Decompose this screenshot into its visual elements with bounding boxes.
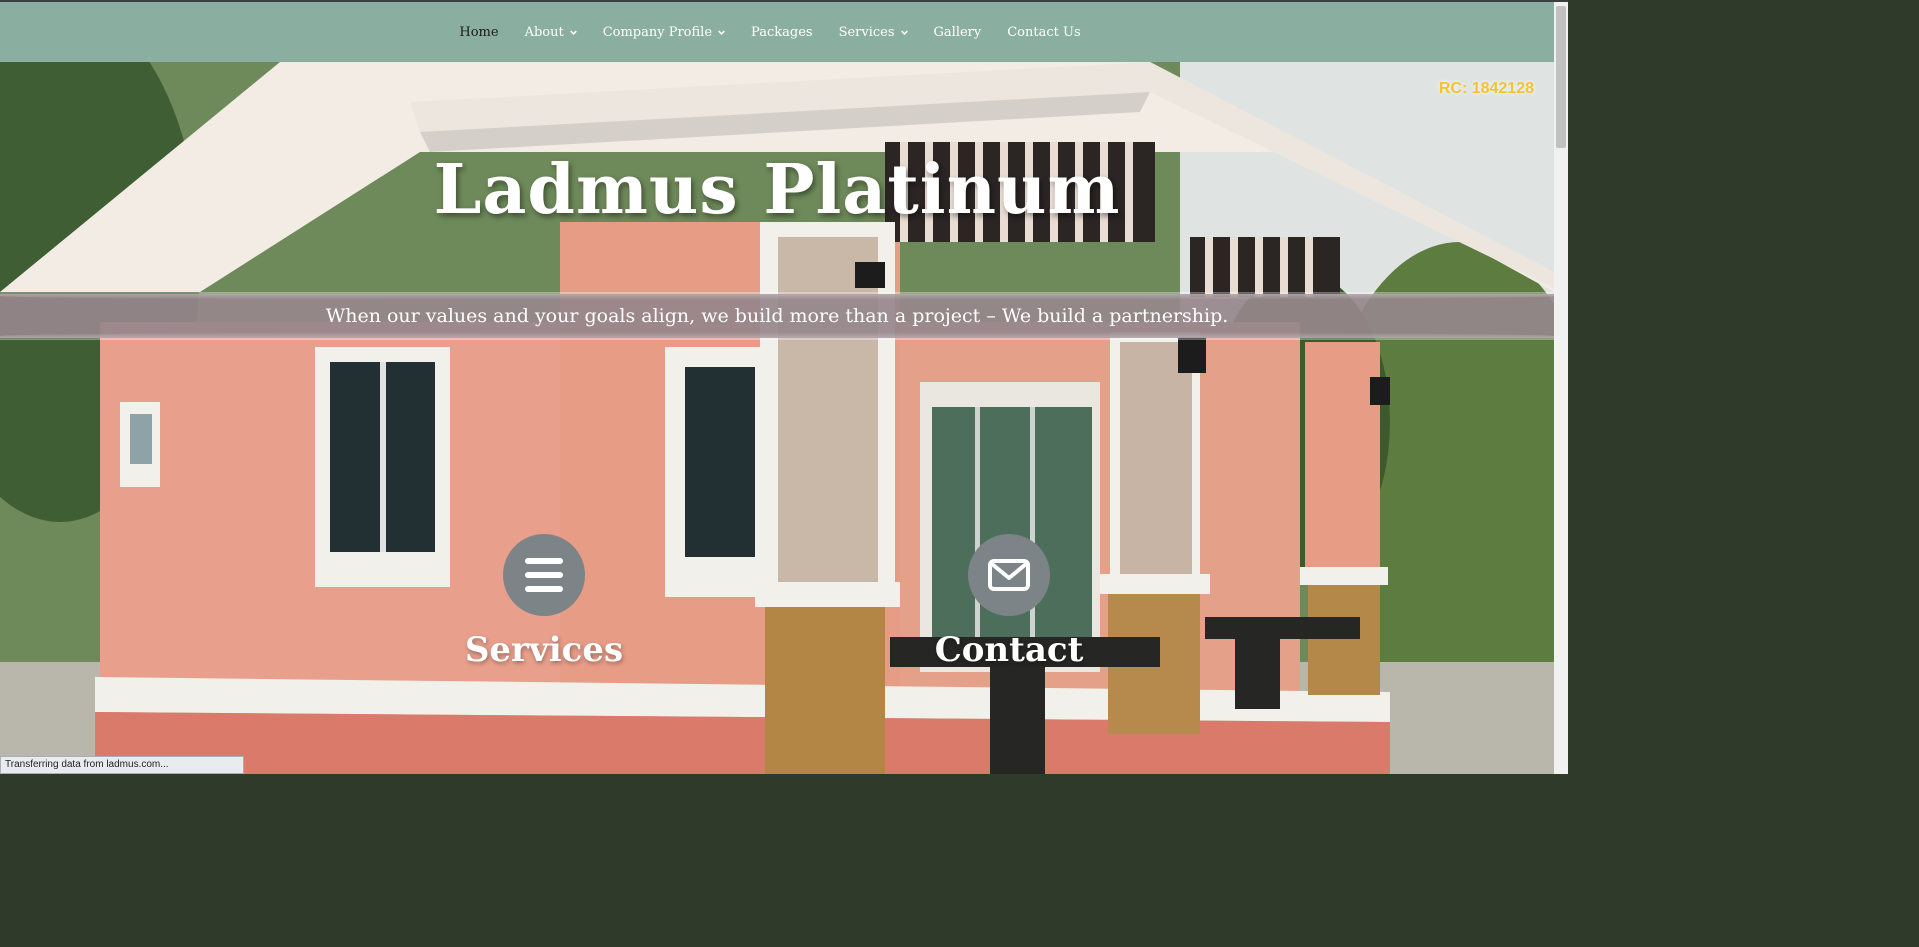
menu-icon <box>525 558 563 592</box>
nav-item-label: Services <box>838 24 895 40</box>
nav-item-label: Gallery <box>933 24 982 40</box>
hero-title: Ladmus Platinum <box>433 150 1121 230</box>
main-navbar: Home About Company Profile Packages Serv… <box>0 2 1554 62</box>
tagline-band: When our values and your goals align, we… <box>0 292 1554 340</box>
feature-services: Services <box>444 534 644 670</box>
nav-item-label: Company Profile <box>602 24 713 40</box>
chevron-down-icon <box>900 30 908 35</box>
nav-list: Home About Company Profile Packages Serv… <box>446 2 1093 62</box>
chevron-down-icon <box>569 30 577 35</box>
vertical-scrollbar[interactable] <box>1554 2 1568 774</box>
services-label[interactable]: Services <box>444 630 644 670</box>
feature-contact: Contact <box>909 534 1109 670</box>
nav-item-services[interactable]: Services <box>826 2 921 62</box>
nav-item-contact-us[interactable]: Contact Us <box>994 2 1093 62</box>
services-circle-button[interactable] <box>503 534 585 616</box>
tagline-text: When our values and your goals align, we… <box>325 305 1229 327</box>
hero-section: RC: 1842128 Ladmus Platinum When our val… <box>0 62 1554 774</box>
contact-label[interactable]: Contact <box>909 630 1109 670</box>
nav-item-home[interactable]: Home <box>446 2 511 62</box>
nav-item-company-profile[interactable]: Company Profile <box>590 2 738 62</box>
nav-item-about[interactable]: About <box>512 2 590 62</box>
envelope-icon <box>988 559 1030 591</box>
nav-item-label: About <box>524 24 564 40</box>
nav-item-gallery[interactable]: Gallery <box>921 2 995 62</box>
nav-item-label: Home <box>459 24 499 40</box>
contact-circle-button[interactable] <box>968 534 1050 616</box>
nav-item-packages[interactable]: Packages <box>738 2 826 62</box>
chevron-down-icon <box>718 30 725 35</box>
nav-item-label: Packages <box>751 24 813 40</box>
rc-number-badge: RC: 1842128 <box>1438 80 1534 97</box>
scrollbar-thumb[interactable] <box>1556 6 1566 148</box>
page: Home About Company Profile Packages Serv… <box>0 0 1568 774</box>
nav-item-label: Contact Us <box>1007 24 1081 40</box>
browser-status-bar: Transferring data from ladmus.com... <box>0 756 244 774</box>
